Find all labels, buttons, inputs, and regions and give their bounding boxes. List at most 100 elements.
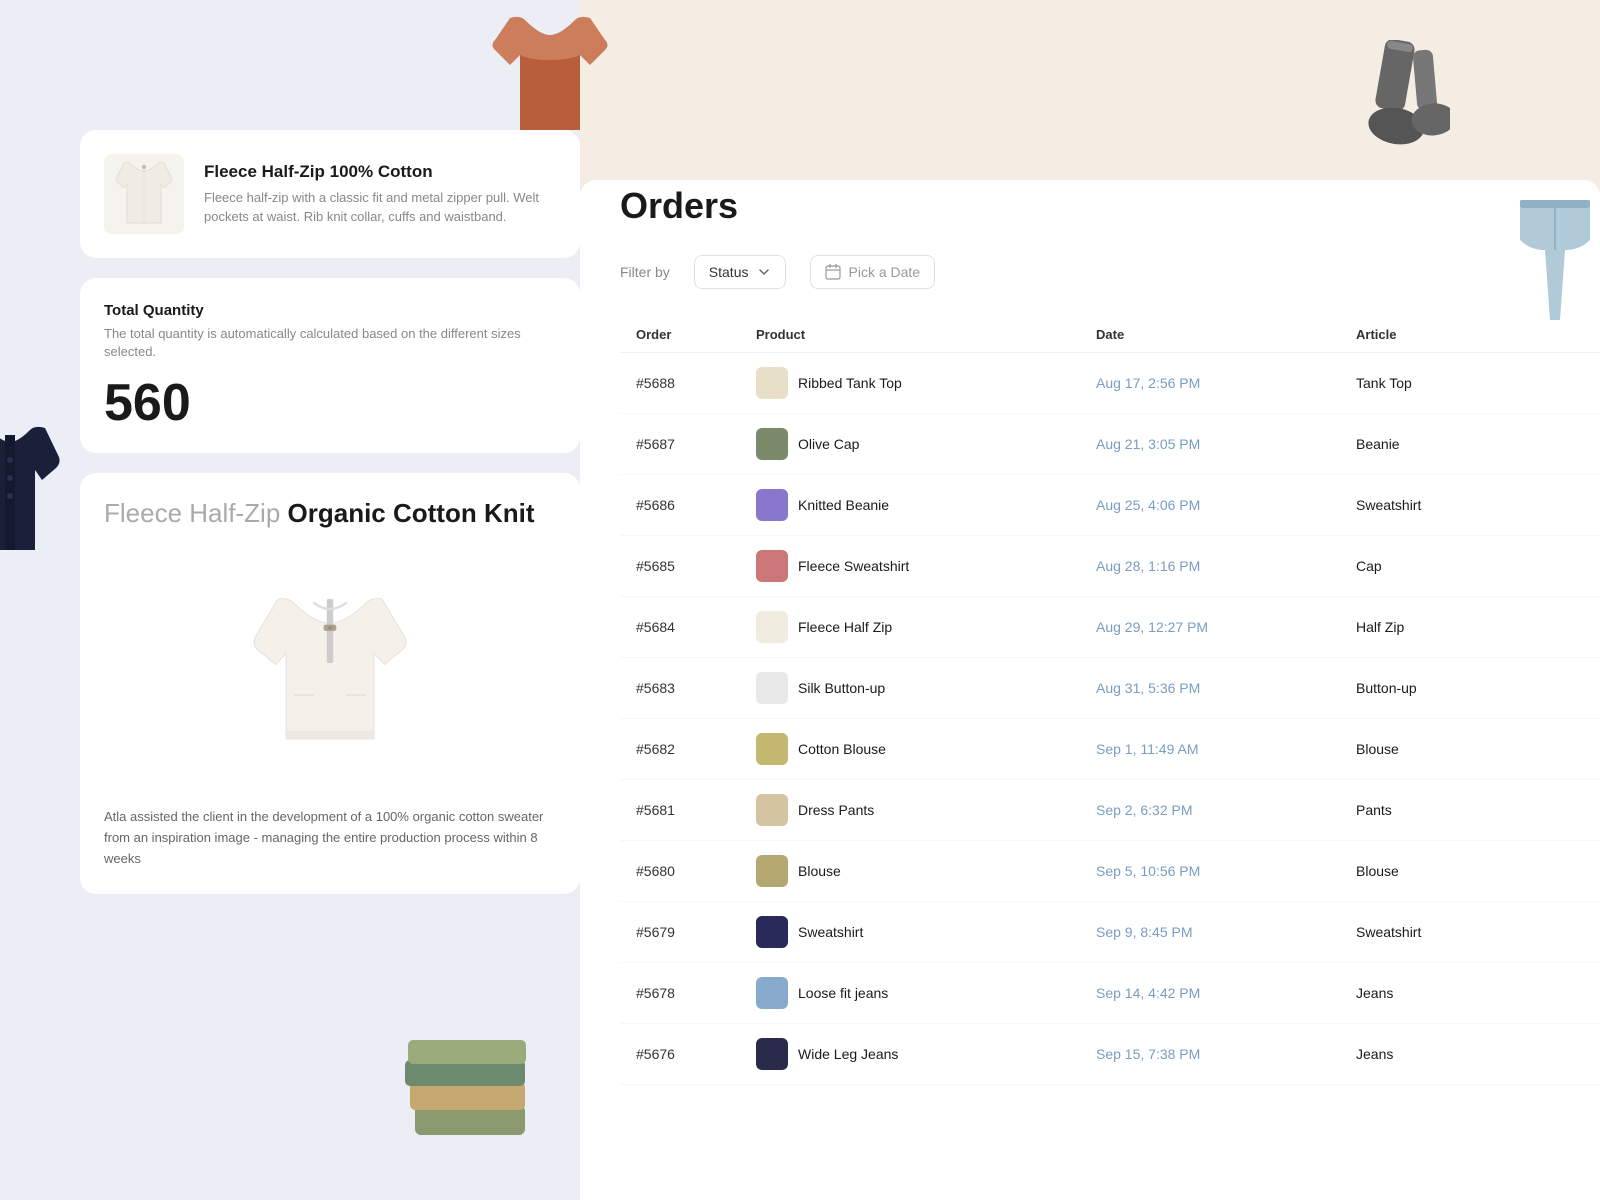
status-filter-label: Status xyxy=(709,264,749,280)
product-name: Olive Cap xyxy=(798,436,859,452)
date-filter-button[interactable]: Pick a Date xyxy=(810,255,936,289)
left-panel: Fleece Half-Zip 100% Cotton Fleece half-… xyxy=(80,130,580,914)
order-number: #5682 xyxy=(636,741,675,757)
order-date: Aug 29, 12:27 PM xyxy=(1096,619,1208,635)
product-cell: Olive Cap xyxy=(756,428,1064,460)
product-name: Sweatshirt xyxy=(798,924,863,940)
product-name: Loose fit jeans xyxy=(798,985,888,1001)
orders-table-header: Order Product Date Article xyxy=(620,317,1600,353)
product-thumb xyxy=(756,367,788,399)
product-detail-description: Atla assisted the client in the developm… xyxy=(104,807,556,869)
order-number: #5686 xyxy=(636,497,675,513)
order-date: Aug 21, 3:05 PM xyxy=(1096,436,1200,452)
product-thumb xyxy=(756,1038,788,1070)
table-row[interactable]: #5676 Wide Leg Jeans Sep 15, 7:38 PM Jea… xyxy=(620,1024,1600,1085)
order-date: Sep 15, 7:38 PM xyxy=(1096,1046,1200,1062)
filter-section: Filter by Status Pick a Date xyxy=(620,255,1600,289)
product-name: Dress Pants xyxy=(798,802,874,818)
product-detail-card: Fleece Half-Zip Organic Cotton Knit xyxy=(80,473,580,893)
calendar-icon xyxy=(825,264,841,280)
order-number: #5683 xyxy=(636,680,675,696)
chevron-down-icon xyxy=(757,265,771,279)
product-name: Silk Button-up xyxy=(798,680,885,696)
product-cell: Wide Leg Jeans xyxy=(756,1038,1064,1070)
product-thumb xyxy=(756,428,788,460)
status-filter-dropdown[interactable]: Status xyxy=(694,255,786,289)
product-detail-image xyxy=(104,551,556,791)
product-cell: Sweatshirt xyxy=(756,916,1064,948)
product-cell: Loose fit jeans xyxy=(756,977,1064,1009)
order-article: Button-up xyxy=(1356,680,1417,696)
order-date: Sep 9, 8:45 PM xyxy=(1096,924,1193,940)
table-row[interactable]: #5678 Loose fit jeans Sep 14, 4:42 PM Je… xyxy=(620,963,1600,1024)
order-date: Sep 1, 11:49 AM xyxy=(1096,741,1198,757)
product-cell: Silk Button-up xyxy=(756,672,1064,704)
product-thumb xyxy=(756,977,788,1009)
col-order: Order xyxy=(620,317,740,353)
product-name: Knitted Beanie xyxy=(798,497,889,513)
table-row[interactable]: #5685 Fleece Sweatshirt Aug 28, 1:16 PM … xyxy=(620,536,1600,597)
product-cell: Cotton Blouse xyxy=(756,733,1064,765)
col-date: Date xyxy=(1080,317,1340,353)
order-date: Aug 28, 1:16 PM xyxy=(1096,558,1200,574)
product-name: Fleece Half Zip xyxy=(798,619,892,635)
product-detail-title-light: Fleece Half-Zip xyxy=(104,498,280,528)
table-row[interactable]: #5688 Ribbed Tank Top Aug 17, 2:56 PM Ta… xyxy=(620,353,1600,414)
order-number: #5687 xyxy=(636,436,675,452)
order-date: Aug 31, 5:36 PM xyxy=(1096,680,1200,696)
product-cell: Fleece Sweatshirt xyxy=(756,550,1064,582)
quantity-card: Total Quantity The total quantity is aut… xyxy=(80,278,580,453)
order-date: Sep 14, 4:42 PM xyxy=(1096,985,1200,1001)
order-number: #5680 xyxy=(636,863,675,879)
order-date: Sep 2, 6:32 PM xyxy=(1096,802,1193,818)
product-cell: Blouse xyxy=(756,855,1064,887)
product-info-card: Fleece Half-Zip 100% Cotton Fleece half-… xyxy=(80,130,580,258)
order-article: Beanie xyxy=(1356,436,1400,452)
product-cell: Knitted Beanie xyxy=(756,489,1064,521)
quantity-value: 560 xyxy=(104,377,556,429)
filter-label: Filter by xyxy=(620,264,670,280)
col-article: Article xyxy=(1340,317,1600,353)
order-article: Jeans xyxy=(1356,1046,1393,1062)
table-row[interactable]: #5682 Cotton Blouse Sep 1, 11:49 AM Blou… xyxy=(620,719,1600,780)
order-number: #5678 xyxy=(636,985,675,1001)
order-number: #5684 xyxy=(636,619,675,635)
table-row[interactable]: #5681 Dress Pants Sep 2, 6:32 PM Pants xyxy=(620,780,1600,841)
order-number: #5679 xyxy=(636,924,675,940)
table-row[interactable]: #5684 Fleece Half Zip Aug 29, 12:27 PM H… xyxy=(620,597,1600,658)
product-thumb xyxy=(756,794,788,826)
product-thumb xyxy=(756,855,788,887)
product-thumb xyxy=(756,672,788,704)
orders-table: Order Product Date Article #5688 Ribbed … xyxy=(620,317,1600,1085)
order-article: Tank Top xyxy=(1356,375,1412,391)
table-row[interactable]: #5680 Blouse Sep 5, 10:56 PM Blouse xyxy=(620,841,1600,902)
order-article: Pants xyxy=(1356,802,1392,818)
order-number: #5676 xyxy=(636,1046,675,1062)
product-name: Wide Leg Jeans xyxy=(798,1046,898,1062)
orders-table-body: #5688 Ribbed Tank Top Aug 17, 2:56 PM Ta… xyxy=(620,353,1600,1085)
quantity-description: The total quantity is automatically calc… xyxy=(104,325,556,361)
orders-title: Orders xyxy=(620,185,1600,227)
table-row[interactable]: #5687 Olive Cap Aug 21, 3:05 PM Beanie xyxy=(620,414,1600,475)
order-number: #5685 xyxy=(636,558,675,574)
product-name: Blouse xyxy=(798,863,841,879)
order-article: Sweatshirt xyxy=(1356,497,1421,513)
product-detail-title-bold: Organic Cotton Knit xyxy=(288,498,535,528)
product-cell: Ribbed Tank Top xyxy=(756,367,1064,399)
product-cell: Fleece Half Zip xyxy=(756,611,1064,643)
order-article: Jeans xyxy=(1356,985,1393,1001)
order-article: Half Zip xyxy=(1356,619,1404,635)
table-row[interactable]: #5686 Knitted Beanie Aug 25, 4:06 PM Swe… xyxy=(620,475,1600,536)
product-thumb xyxy=(756,489,788,521)
orders-panel: Orders Filter by Status Pick a Date Orde… xyxy=(620,185,1600,1085)
order-number: #5681 xyxy=(636,802,675,818)
order-date: Aug 17, 2:56 PM xyxy=(1096,375,1200,391)
product-detail-title: Fleece Half-Zip Organic Cotton Knit xyxy=(104,497,556,531)
order-article: Cap xyxy=(1356,558,1382,574)
product-name: Fleece Sweatshirt xyxy=(798,558,909,574)
table-row[interactable]: #5679 Sweatshirt Sep 9, 8:45 PM Sweatshi… xyxy=(620,902,1600,963)
order-article: Blouse xyxy=(1356,741,1399,757)
table-row[interactable]: #5683 Silk Button-up Aug 31, 5:36 PM But… xyxy=(620,658,1600,719)
product-name: Cotton Blouse xyxy=(798,741,886,757)
order-article: Blouse xyxy=(1356,863,1399,879)
